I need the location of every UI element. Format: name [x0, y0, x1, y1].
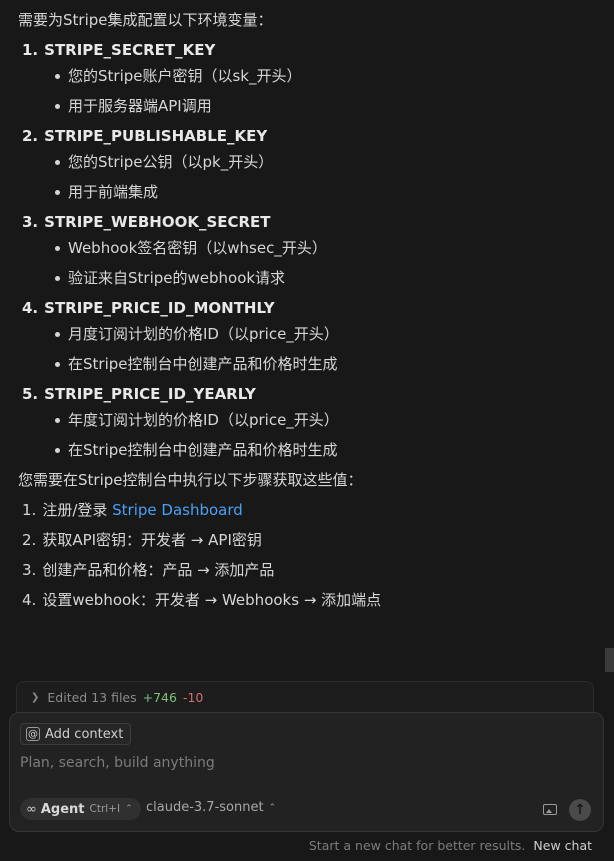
- stripe-dashboard-link[interactable]: Stripe Dashboard: [112, 501, 243, 519]
- bullet-item: 月度订阅计划的价格ID（以price_开头）: [18, 324, 596, 344]
- new-chat-hint: Start a new chat for better results.: [308, 838, 526, 853]
- bullet-list: Webhook签名密钥（以whsec_开头） 验证来自Stripe的webhoo…: [18, 238, 596, 288]
- arrow-up-icon: ↑: [574, 802, 586, 818]
- agent-mode-dropdown[interactable]: ∞ Agent Ctrl+I ⌃: [20, 798, 141, 820]
- new-chat-button[interactable]: New chat: [533, 838, 592, 853]
- infinity-icon: ∞: [26, 801, 37, 817]
- step-item: 3. 创建产品和价格：产品 → 添加产品: [18, 560, 596, 580]
- model-name: claude-3.7-sonnet: [146, 800, 264, 815]
- step-item: 4. 设置webhook：开发者 → Webhooks → 添加端点: [18, 590, 596, 610]
- chat-message: 需要为Stripe集成配置以下环境变量： 1. STRIPE_SECRET_KE…: [0, 0, 614, 680]
- bullet-item: 用于服务器端API调用: [18, 96, 596, 116]
- bullet-item: 您的Stripe账户密钥（以sk_开头）: [18, 66, 596, 86]
- env-var-item: 5. STRIPE_PRICE_ID_YEARLY 年度订阅计划的价格ID（以p…: [18, 384, 596, 460]
- agent-mode-label: Agent: [40, 801, 85, 817]
- step-text: 设置webhook：开发者 → Webhooks → 添加端点: [42, 591, 382, 609]
- list-number: 2.: [22, 127, 39, 145]
- intro-text: 需要为Stripe集成配置以下环境变量：: [18, 11, 273, 29]
- env-var-item: 3. STRIPE_WEBHOOK_SECRET Webhook签名密钥（以wh…: [18, 212, 596, 288]
- env-var-name: STRIPE_WEBHOOK_SECRET: [44, 213, 271, 231]
- edited-files-bar[interactable]: ❯ Edited 13 files +746 -10: [16, 681, 594, 713]
- at-sign-icon: @: [26, 727, 40, 741]
- list-number: 1.: [22, 501, 37, 519]
- bullet-list: 月度订阅计划的价格ID（以price_开头） 在Stripe控制台中创建产品和价…: [18, 324, 596, 374]
- prompt-input[interactable]: Plan, search, build anything: [20, 755, 215, 771]
- chevron-down-icon: ⌃: [125, 804, 133, 814]
- env-var-item: 1. STRIPE_SECRET_KEY 您的Stripe账户密钥（以sk_开头…: [18, 40, 596, 116]
- step-text: 注册/登录: [42, 501, 113, 519]
- list-number: 4.: [22, 591, 37, 609]
- step-item: 2. 获取API密钥：开发者 → API密钥: [18, 530, 596, 550]
- env-var-name: STRIPE_SECRET_KEY: [44, 41, 216, 59]
- step-text: 获取API密钥：开发者 → API密钥: [42, 531, 262, 549]
- scrollbar-thumb[interactable]: [605, 648, 614, 672]
- bullet-item: 验证来自Stripe的webhook请求: [18, 268, 596, 288]
- chat-composer: @ Add context Plan, search, build anythi…: [9, 712, 604, 832]
- agent-mode-shortcut: Ctrl+I: [89, 803, 121, 815]
- env-var-item: 2. STRIPE_PUBLISHABLE_KEY 您的Stripe公钥（以pk…: [18, 126, 596, 202]
- list-number: 1.: [22, 41, 39, 59]
- chevron-down-icon: ⌃: [268, 802, 277, 813]
- footer-hint: Start a new chat for better results. New …: [0, 838, 592, 853]
- add-context-label: Add context: [45, 726, 124, 742]
- list-number: 3.: [22, 561, 37, 579]
- bullet-item: Webhook签名密钥（以whsec_开头）: [18, 238, 596, 258]
- env-var-name: STRIPE_PRICE_ID_MONTHLY: [44, 299, 275, 317]
- env-var-list: 1. STRIPE_SECRET_KEY 您的Stripe账户密钥（以sk_开头…: [18, 40, 596, 460]
- edited-files-label: Edited 13 files: [47, 690, 137, 705]
- model-selector[interactable]: claude-3.7-sonnet ⌃: [146, 800, 276, 815]
- chevron-right-icon: ❯: [31, 692, 40, 703]
- bullet-item: 用于前端集成: [18, 182, 596, 202]
- bullet-item: 您的Stripe公钥（以pk_开头）: [18, 152, 596, 172]
- env-var-name: STRIPE_PUBLISHABLE_KEY: [44, 127, 268, 145]
- list-number: 4.: [22, 299, 39, 317]
- step-text: 创建产品和价格：产品 → 添加产品: [42, 561, 275, 579]
- lines-removed-count: -10: [182, 690, 204, 705]
- list-number: 3.: [22, 213, 39, 231]
- bullet-list: 年度订阅计划的价格ID（以price_开头） 在Stripe控制台中创建产品和价…: [18, 410, 596, 460]
- add-context-button[interactable]: @ Add context: [20, 723, 132, 745]
- image-icon[interactable]: [543, 804, 557, 815]
- env-var-name: STRIPE_PRICE_ID_YEARLY: [44, 385, 256, 403]
- bullet-list: 您的Stripe公钥（以pk_开头） 用于前端集成: [18, 152, 596, 202]
- list-number: 2.: [22, 531, 37, 549]
- lines-added-count: +746: [142, 690, 177, 705]
- steps-list: 1. 注册/登录 Stripe Dashboard 2. 获取API密钥：开发者…: [18, 500, 596, 610]
- bullet-item: 年度订阅计划的价格ID（以price_开头）: [18, 410, 596, 430]
- list-number: 5.: [22, 385, 39, 403]
- bullet-item: 在Stripe控制台中创建产品和价格时生成: [18, 354, 596, 374]
- steps-intro-text: 您需要在Stripe控制台中执行以下步骤获取这些值：: [18, 471, 363, 489]
- env-var-item: 4. STRIPE_PRICE_ID_MONTHLY 月度订阅计划的价格ID（以…: [18, 298, 596, 374]
- step-item: 1. 注册/登录 Stripe Dashboard: [18, 500, 596, 520]
- bullet-list: 您的Stripe账户密钥（以sk_开头） 用于服务器端API调用: [18, 66, 596, 116]
- bullet-item: 在Stripe控制台中创建产品和价格时生成: [18, 440, 596, 460]
- send-button[interactable]: ↑: [569, 799, 591, 821]
